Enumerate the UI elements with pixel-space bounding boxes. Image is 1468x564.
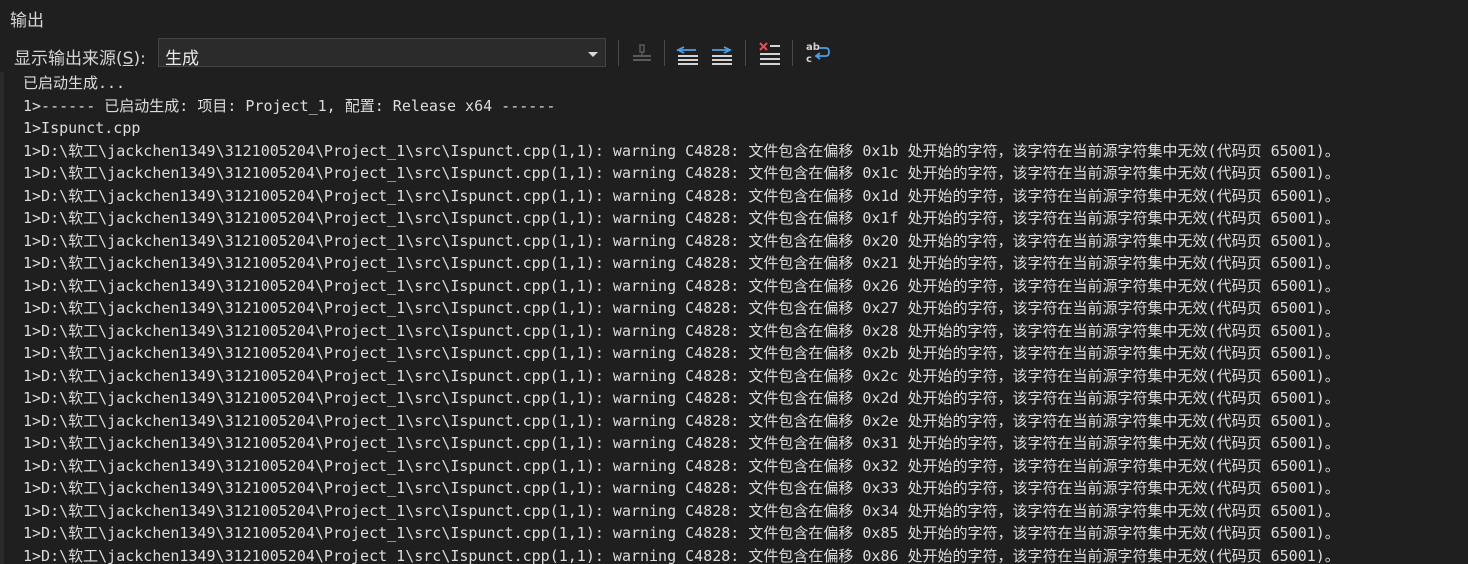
output-line: 1>D:\软工\jackchen1349\3121005204\Project_…: [23, 501, 1340, 520]
output-line: 1>D:\软工\jackchen1349\3121005204\Project_…: [23, 276, 1340, 295]
output-line: 已启动生成...: [23, 74, 126, 92]
output-line: 1>D:\软工\jackchen1349\3121005204\Project_…: [23, 209, 1340, 227]
output-source-selected: 生成: [165, 49, 199, 69]
go-to-previous-message-icon: [675, 46, 698, 65]
output-line: 1>D:\软工\jackchen1349\3121005204\Project_…: [23, 231, 1340, 250]
output-line: 1>------ 已启动生成: 项目: Project_1, 配置: Relea…: [23, 96, 556, 115]
output-source-dropdown[interactable]: 生成: [158, 38, 606, 69]
source-label-access-key: S: [122, 49, 134, 69]
output-line: 1>D:\软工\jackchen1349\3121005204\Project_…: [23, 456, 1340, 475]
go-to-next-message-icon: [712, 46, 733, 65]
chevron-down-icon: [588, 52, 598, 57]
output-line: 1>D:\软工\jackchen1349\3121005204\Project_…: [23, 141, 1340, 160]
output-lines: 已启动生成... 1>------ 已启动生成: 项目: Project_1, 配…: [23, 72, 1340, 564]
output-line: 1>D:\软工\jackchen1349\3121005204\Project_…: [23, 164, 1340, 182]
toolbar-divider: [618, 40, 619, 66]
output-line: 1>D:\软工\jackchen1349\3121005204\Project_…: [23, 321, 1340, 340]
toolbar-divider: [664, 40, 665, 66]
output-line: 1>D:\软工\jackchen1349\3121005204\Project_…: [23, 299, 1340, 317]
output-panel: 输出 显示输出来源(S): 生成 ab c 已启动生成... 1>------ …: [0, 0, 1468, 564]
output-gutter: [0, 72, 4, 564]
output-toolbar: 显示输出来源(S): 生成 ab c: [0, 36, 1468, 70]
svg-text:ab: ab: [806, 42, 820, 53]
find-message-in-code-icon: [633, 44, 651, 61]
source-label-prefix: 显示输出来源(: [14, 49, 123, 69]
toolbar-divider: [792, 40, 793, 66]
previous-message-button[interactable]: [674, 39, 702, 67]
output-line: 1>Ispunct.cpp: [23, 119, 141, 137]
toggle-word-wrap-button[interactable]: ab c: [803, 39, 831, 67]
output-line: 1>D:\软工\jackchen1349\3121005204\Project_…: [23, 434, 1340, 452]
svg-text:c: c: [806, 54, 812, 65]
output-line: 1>D:\软工\jackchen1349\3121005204\Project_…: [23, 524, 1340, 542]
show-output-from-label: 显示输出来源(S):: [14, 44, 146, 69]
next-message-button[interactable]: [708, 39, 736, 67]
toggle-word-wrap-icon: ab c: [806, 42, 830, 65]
output-line: 1>D:\软工\jackchen1349\3121005204\Project_…: [23, 411, 1340, 430]
toolbar-divider: [745, 40, 746, 66]
output-line: 1>D:\软工\jackchen1349\3121005204\Project_…: [23, 254, 1340, 272]
output-text-area[interactable]: 已启动生成... 1>------ 已启动生成: 项目: Project_1, 配…: [0, 72, 1468, 564]
panel-title: 输出: [10, 11, 44, 31]
output-line: 1>D:\软工\jackchen1349\3121005204\Project_…: [23, 366, 1340, 385]
source-label-suffix: ):: [133, 49, 146, 69]
clear-all-icon: [759, 42, 780, 65]
output-line: 1>D:\软工\jackchen1349\3121005204\Project_…: [23, 389, 1340, 407]
output-line: 1>D:\软工\jackchen1349\3121005204\Project_…: [23, 186, 1340, 205]
clear-all-button[interactable]: [756, 39, 784, 67]
output-line: 1>D:\软工\jackchen1349\3121005204\Project_…: [23, 344, 1340, 362]
find-message-in-code-button[interactable]: [628, 39, 656, 67]
output-line: 1>D:\软工\jackchen1349\3121005204\Project_…: [23, 546, 1340, 564]
output-line: 1>D:\软工\jackchen1349\3121005204\Project_…: [23, 479, 1340, 497]
